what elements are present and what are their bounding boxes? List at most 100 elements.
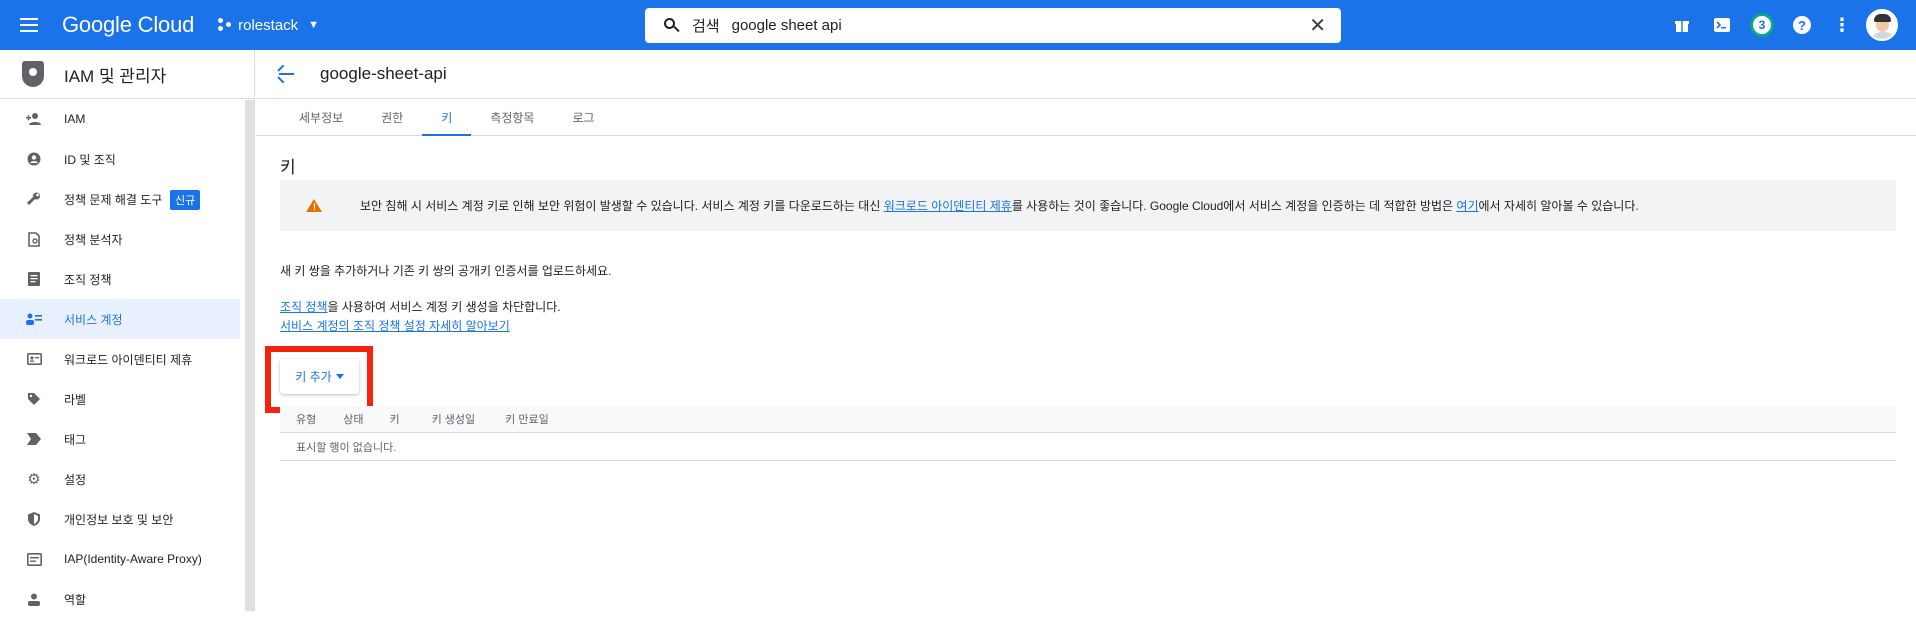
learn-here-link[interactable]: 여기 <box>1456 199 1478 213</box>
tab-metrics[interactable]: 측정항목 <box>471 99 553 135</box>
search-icon <box>664 17 680 34</box>
sidebar-item-org-policies[interactable]: 조직 정책 <box>0 259 240 299</box>
sidebar-item-workload-identity[interactable]: 워크로드 아이덴티티 제휴 <box>0 339 240 379</box>
account-circle-icon <box>26 151 42 167</box>
empty-row: 표시할 행이 없습니다. <box>280 433 1896 461</box>
sidebar-item-policy-analyzer[interactable]: 정책 분석자 <box>0 219 240 259</box>
google-cloud-logo[interactable]: Google Cloud <box>62 12 194 38</box>
document-icon <box>26 271 42 287</box>
sidebar-item-label: 라벨 <box>64 392 87 407</box>
chevron-down-icon: ▼ <box>308 19 320 31</box>
column-expires[interactable]: 키 만료일 <box>505 411 549 427</box>
main-content: google-sheet-api 세부정보 권한 키 측정항목 로그 키 ! 보… <box>256 50 1916 611</box>
sidebar-item-label: 서비스 계정 <box>64 312 123 327</box>
sidebar-item-label: 정책 문제 해결 도구 <box>64 192 163 207</box>
policy-analyzer-icon <box>26 231 42 247</box>
sidebar-scrollbar[interactable] <box>245 100 254 611</box>
close-icon[interactable]: ✕ <box>1309 16 1326 36</box>
page-title: google-sheet-api <box>320 64 447 83</box>
warning-banner: ! 보안 침해 시 서비스 계정 키로 인해 보안 위험이 발생할 수 있습니다… <box>280 180 1896 231</box>
sidebar-item-label: ID 및 조직 <box>64 152 116 167</box>
sidebar-item-label: 정책 분석자 <box>64 232 123 247</box>
column-type[interactable]: 유형 <box>296 411 316 427</box>
column-status[interactable]: 상태 <box>343 411 363 427</box>
tag-arrow-icon <box>26 431 42 447</box>
iam-shield-icon <box>22 61 44 87</box>
learn-more: 서비스 계정의 조직 정책 설정 자세히 알아보기 <box>280 317 510 334</box>
notifications-icon[interactable]: 3 <box>1742 5 1782 45</box>
sidebar-item-label: 태그 <box>64 432 87 447</box>
project-name: rolestack <box>238 16 299 34</box>
sidebar-item-service-accounts[interactable]: 서비스 계정 <box>0 299 240 339</box>
project-selector[interactable]: rolestack ▼ <box>218 17 319 34</box>
warning-text-part: 를 사용하는 것이 좋습니다. Google Cloud에서 서비스 계정을 인… <box>1011 199 1457 213</box>
tab-keys[interactable]: 키 <box>422 99 472 136</box>
tab-logs[interactable]: 로그 <box>553 99 613 135</box>
sidebar-header: IAM 및 관리자 <box>0 50 255 99</box>
more-vert-icon[interactable]: ⋮ <box>1822 5 1862 45</box>
sidebar-item-tags[interactable]: 태그 <box>0 419 240 459</box>
label-icon <box>26 391 42 407</box>
sidebar-item-label: 개인정보 보호 및 보안 <box>64 512 174 527</box>
notification-count: 3 <box>1750 13 1774 37</box>
page-header: google-sheet-api <box>256 50 1916 99</box>
tab-bar: 세부정보 권한 키 측정항목 로그 <box>256 99 1916 136</box>
column-key[interactable]: 키 <box>390 411 400 427</box>
service-account-icon <box>26 311 42 327</box>
sidebar-item-roles[interactable]: 역할 <box>0 579 240 619</box>
sidebar-title: IAM 및 관리자 <box>64 66 167 86</box>
section-title: 키 <box>280 158 296 177</box>
shield-icon <box>26 511 42 527</box>
dropdown-caret-icon <box>335 374 344 379</box>
sidebar-item-label: 워크로드 아이덴티티 제휴 <box>64 352 193 367</box>
sidebar-item-settings[interactable]: ⚙ 설정 <box>0 459 240 499</box>
avatar[interactable] <box>1862 5 1902 45</box>
sidebar-item-policy-troubleshooter[interactable]: 정책 문제 해결 도구 신규 <box>0 179 240 219</box>
roles-icon <box>26 591 42 607</box>
sidebar-item-label: 역할 <box>64 592 87 607</box>
warning-icon: ! <box>306 199 322 212</box>
new-badge: 신규 <box>170 190 201 210</box>
org-policy-link[interactable]: 조직 정책 <box>280 300 328 314</box>
workload-identity-link[interactable]: 워크로드 아이덴티티 제휴 <box>884 199 1012 213</box>
warning-text-part: 보안 침해 시 서비스 계정 키로 인해 보안 위험이 발생할 수 있습니다. … <box>360 199 884 213</box>
search-input[interactable] <box>731 17 1252 34</box>
wrench-icon <box>26 191 42 207</box>
back-arrow-icon[interactable] <box>276 64 296 84</box>
terminal-icon[interactable] <box>1702 5 1742 45</box>
sidebar-item-privacy-security[interactable]: 개인정보 보호 및 보안 <box>0 499 240 539</box>
sidebar-item-label: IAM <box>64 112 86 126</box>
add-key-button[interactable]: 키 추가 <box>280 359 359 394</box>
sidebar-item-identity-org[interactable]: ID 및 조직 <box>0 139 240 179</box>
help-icon[interactable]: ? <box>1782 5 1822 45</box>
search-label: 검색 <box>692 18 720 35</box>
top-bar: Google Cloud rolestack ▼ 검색 ✕ 3 ? ⋮ <box>0 0 1916 50</box>
project-icon <box>218 18 232 32</box>
sidebar-item-labels[interactable]: 라벨 <box>0 379 240 419</box>
menu-icon[interactable] <box>20 12 46 38</box>
intro-text: 새 키 쌍을 추가하거나 기존 키 쌍의 공개키 인증서를 업로드하세요. <box>280 264 612 278</box>
sidebar-item-label: 설정 <box>64 472 87 487</box>
person-add-icon <box>26 111 42 127</box>
tab-details[interactable]: 세부정보 <box>280 99 362 135</box>
keys-table: 유형 상태 키 키 생성일 키 만료일 표시할 행이 없습니다. <box>280 406 1896 461</box>
sidebar-item-iap[interactable]: IAP(Identity-Aware Proxy) <box>0 539 240 579</box>
warning-text: 보안 침해 시 서비스 계정 키로 인해 보안 위험이 발생할 수 있습니다. … <box>360 197 1639 214</box>
add-key-label: 키 추가 <box>295 370 332 384</box>
search-bar[interactable]: 검색 ✕ <box>645 8 1341 43</box>
sidebar-item-label: IAP(Identity-Aware Proxy) <box>64 552 202 566</box>
sidebar-item-iam[interactable]: IAM <box>0 99 240 139</box>
gear-icon: ⚙ <box>27 471 41 488</box>
sidebar: IAM 및 관리자 IAM ID 및 조직 정책 문제 해결 도구 신규 정책 … <box>0 50 255 611</box>
tab-permissions[interactable]: 권한 <box>362 99 422 135</box>
column-created[interactable]: 키 생성일 <box>432 411 476 427</box>
org-policy-desc: 을 사용하여 서비스 계정 키 생성을 차단합니다. <box>327 300 561 314</box>
sidebar-item-label: 조직 정책 <box>64 272 112 287</box>
iap-icon <box>26 551 42 567</box>
id-card-icon <box>26 351 42 367</box>
learn-more-link[interactable]: 서비스 계정의 조직 정책 설정 자세히 알아보기 <box>280 319 510 333</box>
table-header: 유형 상태 키 키 생성일 키 만료일 <box>280 406 1896 433</box>
org-policy-text: 조직 정책을 사용하여 서비스 계정 키 생성을 차단합니다. <box>280 298 561 315</box>
gift-icon[interactable] <box>1662 5 1702 45</box>
warning-text-part: 에서 자세히 알아볼 수 있습니다. <box>1478 199 1639 213</box>
